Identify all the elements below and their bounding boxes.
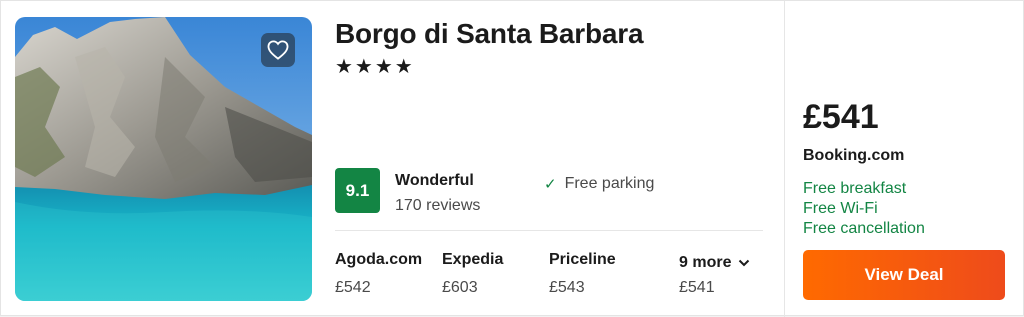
view-deal-button[interactable]: View Deal [803,250,1005,300]
provider-price: £543 [549,279,585,296]
provider-name: Priceline [549,251,616,268]
deal-perks: Free breakfast Free Wi-Fi Free cancellat… [803,179,925,239]
star-rating: ★★★★ [335,56,415,78]
amenity-item: ✓ Free parking [544,175,654,193]
provider-price: £603 [442,279,478,296]
amenity-label: Free parking [564,175,655,192]
deal-provider: Booking.com [803,147,905,164]
more-price: £541 [679,279,715,296]
perk-cancellation: Free cancellation [803,220,925,237]
chevron-down-icon [739,259,750,267]
review-count[interactable]: 170 reviews [395,197,480,215]
provider-price: £542 [335,279,371,296]
deal-price: £541 [803,98,879,136]
heart-outline-icon [267,40,289,60]
hotel-result-card[interactable]: Borgo di Santa Barbara ★★★★ 9.1 Wonderfu… [0,0,1024,317]
perk-wifi: Free Wi-Fi [803,200,878,217]
check-icon: ✓ [544,176,557,193]
hotel-name[interactable]: Borgo di Santa Barbara [335,18,644,50]
divider [335,230,763,231]
score-badge: 9.1 [335,168,380,213]
rating-label: Wonderful [395,172,474,189]
more-label: 9 more [679,254,732,271]
more-providers-button[interactable]: 9 more £541 [679,254,750,297]
provider-priceline[interactable]: Priceline £543 [549,251,616,297]
provider-name: Expedia [442,251,504,268]
provider-expedia[interactable]: Expedia £603 [442,251,503,297]
provider-agoda[interactable]: Agoda.com £542 [335,251,422,297]
favorite-button[interactable] [261,33,295,67]
column-divider [784,1,785,317]
perk-breakfast: Free breakfast [803,180,907,197]
provider-name: Agoda.com [335,251,423,268]
